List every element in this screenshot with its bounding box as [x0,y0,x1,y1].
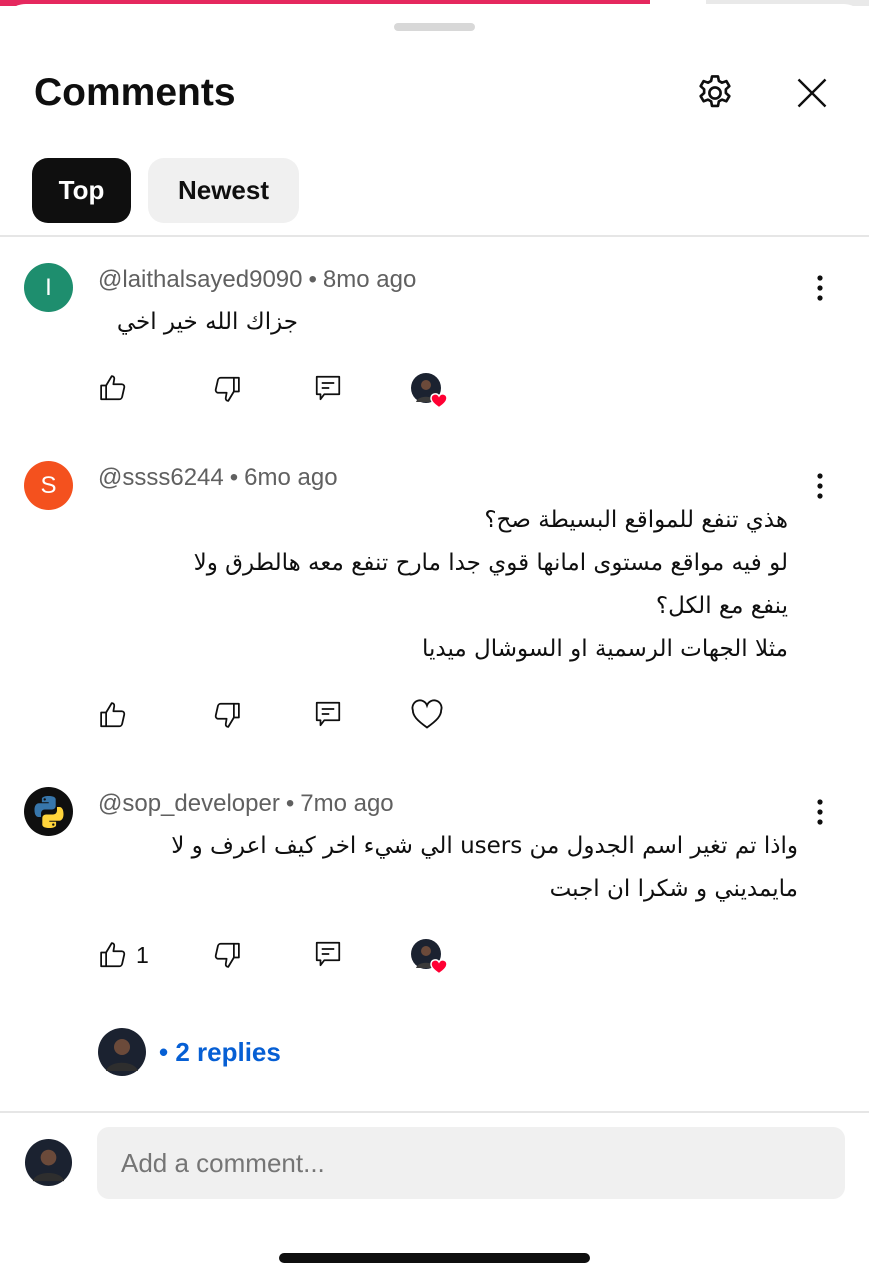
replies-count: • 2 replies [159,1036,281,1067]
comment-line: ينفع مع الكل؟ [655,593,788,619]
page-title: Comments [34,71,236,114]
heart-outline-icon [411,699,443,729]
comment-icon [315,941,341,967]
comment-line: واذا تم تغير اسم الجدول من users الي شيء… [171,833,798,859]
more-options-button[interactable] [808,271,832,305]
avatar[interactable]: S [24,461,73,510]
add-comment-input[interactable] [97,1127,845,1199]
comment-time: 8mo ago [322,266,417,293]
creator-heart-icon [411,939,448,976]
comment-time: 7mo ago [300,790,394,817]
comment-line: جزاك الله خير اخي [116,309,298,335]
dislike-button[interactable] [212,940,242,970]
drag-handle[interactable] [394,23,475,31]
more-options-button[interactable] [808,469,832,503]
creator-heart-badge [410,372,454,416]
comment-icon [315,375,341,401]
like-button[interactable]: 1 [98,940,149,970]
avatar-letter: S [40,471,57,499]
gear-icon [699,75,731,108]
close-icon [797,78,827,108]
more-vert-icon [817,275,823,301]
like-count: 1 [136,941,149,968]
comment-text: واذا تم تغير اسم الجدول من users الي شيء… [98,825,798,911]
thumb-up-icon [100,942,126,968]
more-options-button[interactable] [808,795,832,829]
thumb-down-icon [214,702,240,728]
close-button[interactable] [789,70,835,116]
settings-button[interactable] [692,70,738,116]
comment-meta: @sop_developer • 7mo ago [98,790,394,817]
view-replies-button[interactable]: • 2 replies [97,1027,281,1077]
comment-author[interactable]: @sop_developer [98,790,280,817]
more-vert-icon [817,799,823,825]
divider [0,235,869,237]
thumb-down-icon [214,942,240,968]
thumb-up-icon [100,375,126,401]
avatar-letter: I [45,273,52,301]
filter-chip-newest[interactable]: Newest [148,158,299,223]
avatar[interactable]: I [24,263,73,312]
dislike-button[interactable] [212,374,242,404]
python-logo-icon [34,795,63,828]
like-button[interactable] [98,373,128,403]
dislike-button[interactable] [212,700,242,730]
reply-button[interactable] [313,939,343,969]
thumb-up-icon [100,702,126,728]
home-indicator[interactable] [279,1253,590,1263]
comment-icon [315,701,341,727]
comment-time: 6mo ago [244,464,338,491]
comment-line: مايمديني و شكرا ان اجبت [549,876,798,902]
heart-button[interactable] [410,698,444,730]
reply-button[interactable] [313,373,343,403]
comment-line: لو فيه مواقع مستوى امانها قوي جدا مارح ت… [193,550,788,576]
creator-heart-badge [410,938,454,982]
avatar [24,1138,73,1187]
creator-heart-icon [411,373,448,410]
comment-meta: @laithalsayed9090 • 8mo ago [98,266,417,293]
comment-line: مثلا الجهات الرسمية او السوشال ميديا [421,636,788,662]
avatar [98,1028,146,1076]
thumb-down-icon [214,376,240,402]
comment-author[interactable]: @ssss6244 [98,464,224,491]
reply-button[interactable] [313,699,343,729]
divider [0,1111,869,1113]
more-vert-icon [817,473,823,499]
comment-line: هذي تنفع للمواقع البسيطة صح؟ [484,507,788,533]
comment-text: جزاك الله خير اخي [98,301,298,344]
avatar[interactable] [24,787,73,836]
comment-text: هذي تنفع للمواقع البسيطة صح؟ لو فيه مواق… [98,499,788,671]
filter-chip-top[interactable]: Top [32,158,131,223]
comment-meta: @ssss6244 • 6mo ago [98,464,338,491]
comment-author[interactable]: @laithalsayed9090 [98,266,303,293]
like-button[interactable] [98,700,128,730]
